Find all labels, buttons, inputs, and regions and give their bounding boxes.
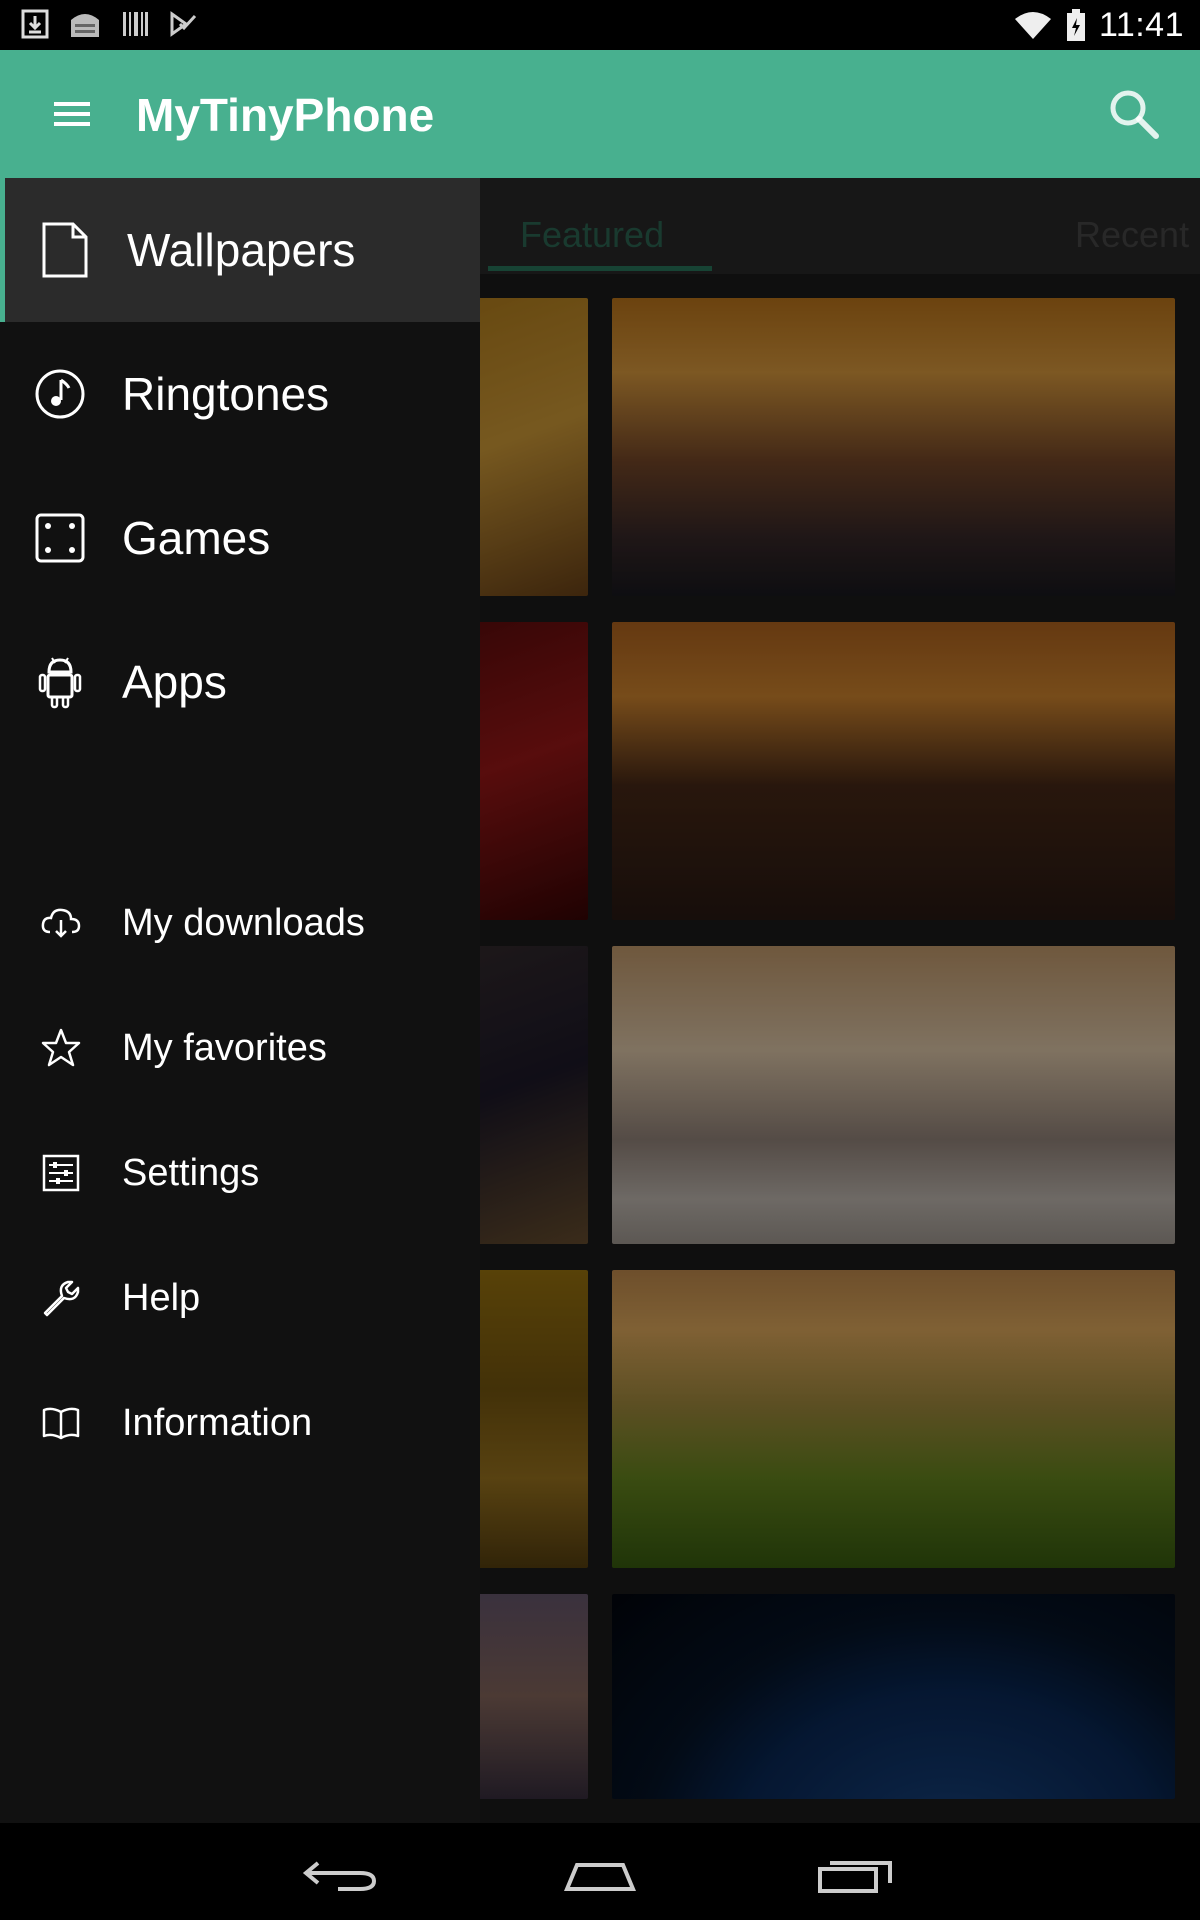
drawer-item-label: Games [122, 512, 271, 564]
drawer-item-wallpapers[interactable]: Wallpapers [0, 178, 480, 322]
settings-sliders-icon [40, 1152, 82, 1194]
back-icon[interactable] [298, 1851, 388, 1899]
search-icon[interactable] [1104, 84, 1164, 144]
drawer-item-label: Apps [122, 656, 227, 708]
drawer-item-my-downloads[interactable]: My downloads [0, 868, 480, 978]
menu-button[interactable] [42, 88, 102, 140]
drawer-item-ringtones[interactable]: Ringtones [0, 322, 480, 466]
dice-icon [34, 512, 86, 564]
barcode-icon [123, 12, 148, 36]
home-icon[interactable] [555, 1851, 645, 1899]
wrench-icon [40, 1277, 82, 1319]
screen: 11:41 Featured Recent MyTinyPhone Wallpa… [0, 0, 1200, 1920]
drawer-item-label: My favorites [122, 1026, 327, 1069]
drawer-item-my-favorites[interactable]: My favorites [0, 993, 480, 1103]
wifi-icon [1014, 12, 1051, 39]
check-icon [170, 11, 197, 37]
music-note-icon [34, 368, 86, 420]
drawer-item-label: Wallpapers [127, 224, 356, 276]
app-title: MyTinyPhone [136, 89, 435, 141]
store-icon [71, 14, 99, 37]
star-icon [40, 1027, 82, 1069]
navigation-drawer: Wallpapers Ringtones Games Apps My downl… [0, 178, 480, 1823]
recents-icon[interactable] [812, 1851, 902, 1899]
drawer-item-information[interactable]: Information [0, 1368, 480, 1478]
book-icon [40, 1402, 82, 1444]
drawer-item-label: Help [122, 1276, 201, 1319]
file-icon [39, 222, 91, 278]
drawer-item-help[interactable]: Help [0, 1243, 480, 1353]
android-icon [34, 656, 86, 709]
battery-icon [1066, 9, 1085, 41]
app-bar: MyTinyPhone [0, 50, 1200, 178]
drawer-item-label: My downloads [122, 901, 365, 944]
drawer-item-games[interactable]: Games [0, 466, 480, 610]
drawer-item-settings[interactable]: Settings [0, 1118, 480, 1228]
clock: 11:41 [1098, 5, 1184, 44]
drawer-item-label: Settings [122, 1151, 260, 1194]
cloud-download-icon [40, 902, 82, 944]
status-bar: 11:41 [0, 0, 1200, 50]
drawer-item-apps[interactable]: Apps [0, 610, 480, 754]
drawer-item-label: Ringtones [122, 368, 330, 420]
download-icon [21, 9, 49, 39]
hamburger-icon [54, 102, 90, 126]
drawer-item-label: Information [122, 1401, 313, 1444]
system-nav-bar [0, 1823, 1200, 1920]
